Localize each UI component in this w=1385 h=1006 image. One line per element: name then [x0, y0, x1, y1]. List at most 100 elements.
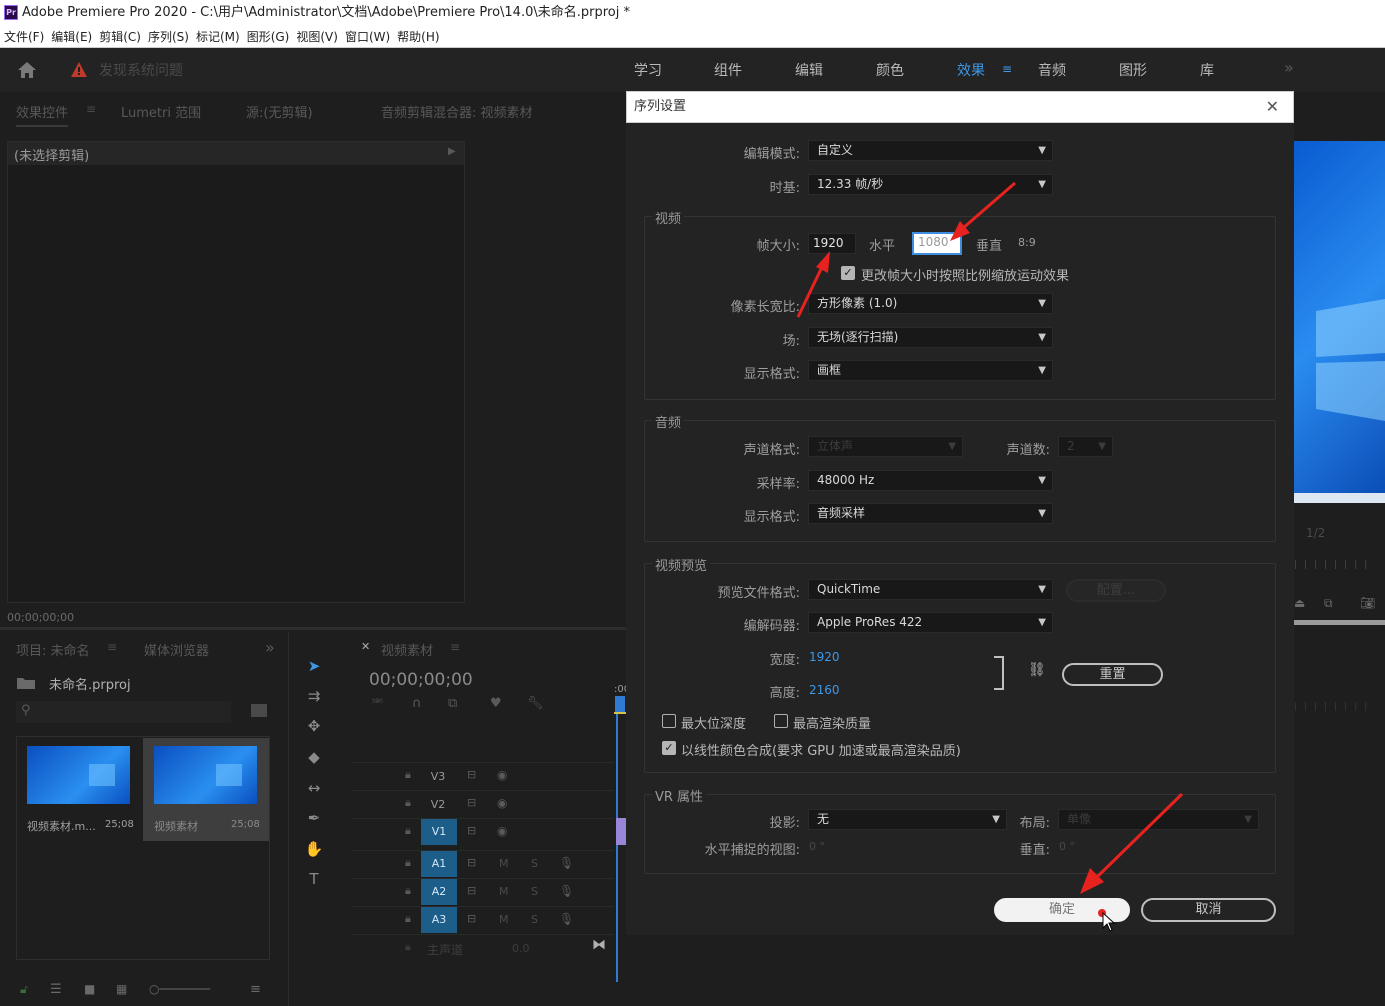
- tab-media-browser[interactable]: 媒体浏览器: [144, 640, 209, 659]
- layout-select[interactable]: 单像 ▼: [1058, 809, 1259, 830]
- ripple-edit-tool-icon[interactable]: ✥: [303, 715, 325, 737]
- menu-clip[interactable]: 剪辑(C): [99, 30, 141, 44]
- lock-icon[interactable]: 🔓︎: [20, 982, 28, 997]
- track-target-a2[interactable]: A2: [421, 879, 457, 905]
- configure-button[interactable]: 配置...: [1066, 579, 1166, 602]
- snap-icon[interactable]: ∩: [412, 696, 422, 711]
- tab-source[interactable]: 源:(无剪辑): [246, 102, 313, 121]
- sequence-thumbnail[interactable]: [154, 746, 257, 804]
- track-target-v1[interactable]: V1: [421, 819, 457, 845]
- sync-lock-icon[interactable]: ⊟: [467, 884, 476, 897]
- zoom-slider[interactable]: ○───────: [149, 982, 210, 996]
- max-bit-depth-checkbox[interactable]: [662, 714, 676, 728]
- frame-width-input[interactable]: 1920: [808, 233, 856, 254]
- slip-tool-icon[interactable]: ↔: [303, 777, 325, 799]
- workspace-tab-color[interactable]: 颜色: [876, 60, 904, 80]
- menu-sequence[interactable]: 序列(S): [148, 30, 189, 44]
- preview-height-value[interactable]: 2160: [809, 683, 840, 697]
- max-render-quality-checkbox[interactable]: [774, 714, 788, 728]
- sample-rate-select[interactable]: 48000 Hz ▼: [808, 470, 1053, 491]
- sync-lock-icon[interactable]: ⊟: [467, 912, 476, 925]
- tab-lumetri-scopes[interactable]: Lumetri 范围: [121, 102, 201, 121]
- workspace-tab-learn[interactable]: 学习: [634, 60, 662, 80]
- monitor-scroll[interactable]: [1294, 620, 1385, 625]
- sync-lock-icon[interactable]: ⊟: [467, 856, 476, 869]
- project-overflow-icon[interactable]: »: [265, 638, 275, 657]
- reset-button[interactable]: 重置: [1062, 663, 1163, 686]
- project-menu-icon[interactable]: ≡: [250, 982, 261, 997]
- project-search-input[interactable]: [16, 701, 231, 723]
- close-sequence-icon[interactable]: ✕: [361, 640, 370, 653]
- panel-divider[interactable]: [0, 627, 626, 630]
- lock-track-icon[interactable]: 🔒︎: [405, 884, 411, 898]
- projection-select[interactable]: 无 ▼: [808, 809, 1007, 830]
- workspace-tab-effects[interactable]: 效果: [957, 60, 985, 80]
- mute-button[interactable]: M: [499, 857, 509, 870]
- lock-track-icon[interactable]: 🔒︎: [405, 768, 411, 782]
- sync-lock-icon[interactable]: ⊟: [467, 768, 476, 781]
- menu-view[interactable]: 视图(V): [296, 30, 338, 44]
- track-target-a1[interactable]: A1: [421, 851, 457, 877]
- microphone-icon[interactable]: 🎙︎: [559, 884, 574, 898]
- preview-file-format-select[interactable]: QuickTime ▼: [808, 579, 1053, 600]
- menu-file[interactable]: 文件(F): [4, 30, 44, 44]
- channel-format-select[interactable]: 立体声 ▼: [808, 436, 963, 457]
- hand-tool-icon[interactable]: ✋: [303, 838, 325, 860]
- tab-effect-controls[interactable]: 效果控件: [16, 102, 69, 127]
- project-tab-menu-icon[interactable]: ≡: [107, 640, 117, 654]
- audio-display-format-select[interactable]: 音频采样 ▼: [808, 503, 1053, 524]
- solo-button[interactable]: S: [531, 885, 538, 898]
- selection-tool-icon[interactable]: ➤: [303, 655, 325, 677]
- extract-icon[interactable]: ⧉: [1324, 596, 1333, 611]
- add-marker-icon[interactable]: ♥: [490, 696, 502, 711]
- freeform-view-icon[interactable]: ▦: [116, 982, 127, 996]
- horizontal-view-value[interactable]: 0 °: [809, 840, 825, 853]
- play-triangle-icon[interactable]: ▶: [448, 146, 456, 157]
- lock-track-icon[interactable]: 🔒︎: [405, 796, 411, 810]
- mute-button[interactable]: M: [499, 913, 509, 926]
- tab-audio-clip-mixer[interactable]: 音频剪辑混合器: 视频素材: [381, 102, 533, 121]
- razor-tool-icon[interactable]: ◆: [303, 746, 325, 768]
- track-target-a3[interactable]: A3: [421, 907, 457, 933]
- program-monitor-video[interactable]: [1294, 141, 1385, 503]
- sync-lock-icon[interactable]: ⊟: [467, 796, 476, 809]
- frame-height-input[interactable]: 1080: [912, 232, 962, 255]
- preview-width-value[interactable]: 1920: [809, 650, 840, 664]
- tab-sequence[interactable]: 视频素材: [381, 640, 433, 659]
- timeline-timecode[interactable]: 00;00;00;00: [369, 670, 473, 690]
- workspace-tab-assembly[interactable]: 组件: [714, 60, 742, 80]
- eye-icon[interactable]: ◉: [497, 796, 507, 810]
- codec-select[interactable]: Apple ProRes 422 ▼: [808, 612, 1053, 633]
- menu-edit[interactable]: 编辑(E): [51, 30, 92, 44]
- workspace-tab-graphics[interactable]: 图形: [1119, 60, 1147, 80]
- lock-track-icon[interactable]: 🔒︎: [405, 912, 411, 926]
- solo-button[interactable]: S: [531, 913, 538, 926]
- workspace-overflow-icon[interactable]: »: [1284, 58, 1294, 77]
- menu-help[interactable]: 帮助(H): [397, 30, 439, 44]
- lock-track-icon[interactable]: 🔒︎: [405, 856, 411, 870]
- close-icon[interactable]: ✕: [1266, 92, 1279, 122]
- eye-icon[interactable]: ◉: [497, 768, 507, 782]
- microphone-icon[interactable]: 🎙︎: [559, 856, 574, 870]
- linked-selection-icon[interactable]: ⧉: [448, 696, 457, 711]
- linear-color-checkbox[interactable]: ✓: [662, 741, 676, 755]
- cancel-button[interactable]: 取消: [1141, 898, 1276, 922]
- field-select[interactable]: 无场(逐行扫描) ▼: [808, 327, 1053, 348]
- playhead-handle[interactable]: [615, 696, 625, 712]
- workspace-tab-libraries[interactable]: 库: [1200, 60, 1214, 80]
- workspace-tab-audio[interactable]: 音频: [1038, 60, 1066, 80]
- edit-mode-select[interactable]: 自定义 ▼: [808, 140, 1053, 161]
- clip-thumbnail[interactable]: [27, 746, 130, 804]
- solo-button[interactable]: S: [531, 857, 538, 870]
- lock-track-icon[interactable]: 🔒︎: [405, 824, 411, 838]
- video-clip-v1[interactable]: [616, 818, 626, 845]
- lock-track-icon[interactable]: 🔒︎: [405, 940, 411, 954]
- sync-lock-icon[interactable]: ⊟: [467, 824, 476, 837]
- mute-button[interactable]: M: [499, 885, 509, 898]
- microphone-icon[interactable]: 🎙︎: [559, 912, 574, 926]
- vertical-view-value[interactable]: 0 °: [1059, 840, 1075, 853]
- track-select-tool-icon[interactable]: ⇉: [303, 685, 325, 707]
- menu-window[interactable]: 窗口(W): [345, 30, 390, 44]
- wrench-icon[interactable]: 🔧︎: [527, 696, 544, 711]
- chain-link-icon[interactable]: ⛓︎: [1028, 662, 1046, 678]
